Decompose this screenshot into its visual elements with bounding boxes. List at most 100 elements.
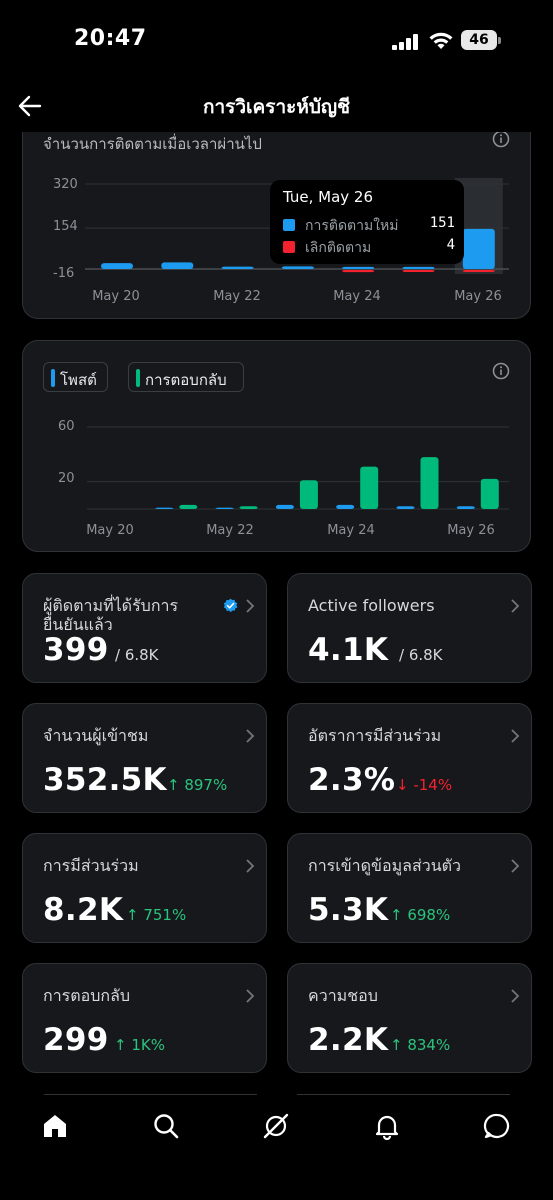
divider: [44, 1094, 257, 1095]
chevron-right-icon: [246, 599, 255, 613]
stat-value: 2.2K: [308, 1022, 389, 1058]
stat-delta: ↑ 834%: [390, 1036, 451, 1054]
stat-label: การมีส่วนร่วม: [43, 856, 139, 875]
stat-value: 399: [43, 632, 109, 668]
stat-total: / 6.8K: [399, 646, 443, 664]
search-icon[interactable]: [152, 1112, 180, 1140]
divider: [297, 1094, 510, 1095]
tooltip-label: เลิกติดตาม: [305, 240, 372, 256]
stat-value: 5.3K: [308, 892, 389, 928]
status-bar: 20:47 46: [0, 0, 553, 80]
posts-bar: [456, 506, 475, 509]
stat-card-active-followers[interactable]: Active followers 4.1K / 6.8K: [287, 573, 532, 683]
posts-bar: [155, 507, 174, 509]
chevron-right-icon: [511, 599, 520, 613]
stat-delta: ↑ 897%: [167, 776, 228, 794]
page-title: การวิเคราะห์บัญชี: [203, 96, 350, 118]
new-follows-bar: [402, 266, 435, 269]
chevron-right-icon: [511, 989, 520, 1003]
stat-card-engagement-rate[interactable]: อัตราการมีส่วนร่วม 2.3% ↓ -14%: [287, 703, 532, 813]
tooltip-label: การติดตามใหม่: [305, 218, 399, 234]
stat-card-impressions[interactable]: จำนวนผู้เข้าชม 352.5K ↑ 897%: [22, 703, 267, 813]
chart-tooltip: Tue, May 26 การติดตามใหม่ 151 เลิกติดตาม…: [270, 180, 464, 264]
x-tick: May 26: [454, 289, 502, 304]
battery-indicator: 46: [461, 30, 501, 50]
x-tick: May 26: [447, 523, 495, 538]
battery-tip: [498, 37, 501, 44]
chevron-right-icon: [246, 989, 255, 1003]
unfollows-bar: [462, 270, 495, 272]
status-time: 20:47: [74, 26, 147, 51]
stat-card-likes[interactable]: ความชอบ 2.2K ↑ 834%: [287, 963, 532, 1073]
replies-bar: [239, 506, 258, 509]
messages-icon[interactable]: [483, 1112, 511, 1140]
stat-label: จำนวนผู้เข้าชม: [43, 726, 149, 745]
new-follows-bar: [342, 266, 375, 269]
chevron-right-icon: [246, 859, 255, 873]
posts-replies-bar-chart[interactable]: [23, 341, 532, 553]
legend-swatch: [283, 219, 295, 231]
stat-label: อัตราการมีส่วนร่วม: [308, 726, 442, 745]
replies-bar: [299, 480, 318, 509]
new-follows-bar: [221, 266, 254, 269]
stat-value: 299: [43, 1022, 109, 1058]
stat-label: ผู้ติดตามที่ได้รับการยืนยันแล้ว: [43, 596, 179, 634]
posts-bar: [215, 507, 234, 509]
new-follows-bar: [161, 262, 194, 269]
new-follows-bar: [462, 228, 495, 269]
stat-delta: ↓ -14%: [396, 776, 453, 794]
new-follows-bar: [101, 263, 133, 269]
stat-value: 4.1K: [308, 632, 389, 668]
verified-badge-icon: [223, 598, 238, 613]
home-icon[interactable]: [41, 1112, 69, 1140]
stat-card-verified-followers[interactable]: ผู้ติดตามที่ได้รับการยืนยันแล้ว 399 / 6.…: [22, 573, 267, 683]
stat-card-replies[interactable]: การตอบกลับ 299 ↑ 1K%: [22, 963, 267, 1073]
replies-bar: [360, 466, 379, 509]
replies-bar: [480, 478, 499, 509]
stat-label: Active followers: [308, 596, 435, 615]
legend-swatch: [283, 241, 295, 253]
tooltip-date: Tue, May 26: [283, 188, 374, 206]
tooltip-value: 4: [446, 237, 455, 253]
x-tick: May 22: [213, 289, 261, 304]
stat-card-engagements[interactable]: การมีส่วนร่วม 8.2K ↑ 751%: [22, 833, 267, 943]
stat-card-profile-visits[interactable]: การเข้าดูข้อมูลส่วนตัว 5.3K ↑ 698%: [287, 833, 532, 943]
x-tick: May 22: [206, 523, 254, 538]
grok-icon[interactable]: [262, 1112, 290, 1140]
stat-delta: ↑ 698%: [390, 906, 451, 924]
stat-label: การตอบกลับ: [43, 986, 131, 1005]
stat-value: 352.5K: [43, 762, 167, 798]
stat-delta: ↑ 751%: [126, 906, 187, 924]
cellular-signal-icon: [392, 34, 418, 50]
chevron-right-icon: [511, 859, 520, 873]
stat-label: ความชอบ: [308, 986, 378, 1005]
x-tick: May 20: [92, 289, 140, 304]
chevron-right-icon: [246, 729, 255, 743]
tooltip-value: 151: [429, 215, 455, 231]
posts-bar: [396, 506, 415, 509]
posts-bar: [336, 504, 355, 509]
wifi-icon: [429, 32, 453, 49]
replies-bar: [420, 457, 439, 509]
stat-delta: ↑ 1K%: [114, 1036, 165, 1054]
stat-label: การเข้าดูข้อมูลส่วนตัว: [308, 856, 462, 875]
bottom-navigation: [0, 1094, 553, 1200]
chevron-right-icon: [511, 729, 520, 743]
stat-total: / 6.8K: [115, 646, 159, 664]
replies-bar: [179, 504, 198, 509]
tooltip-row-unfollows: เลิกติดตาม 4: [283, 236, 455, 258]
new-follows-bar: [281, 266, 314, 269]
posts-replies-card: โพสต์ การตอบกลับ 60 20 May 20 May 22 May…: [22, 340, 531, 552]
battery-level: 46: [461, 30, 497, 50]
unfollows-bar: [342, 270, 375, 273]
posts-bar: [275, 504, 294, 509]
notifications-icon[interactable]: [373, 1112, 401, 1140]
x-tick: May 24: [333, 289, 381, 304]
unfollows-bar: [402, 270, 435, 272]
x-tick: May 20: [86, 523, 134, 538]
stat-value: 2.3%: [308, 762, 396, 798]
stat-value: 8.2K: [43, 892, 124, 928]
top-app-bar: การวิเคราะห์บัญชี: [0, 80, 553, 132]
tooltip-row-new-follows: การติดตามใหม่ 151: [283, 214, 455, 236]
x-tick: May 24: [327, 523, 375, 538]
